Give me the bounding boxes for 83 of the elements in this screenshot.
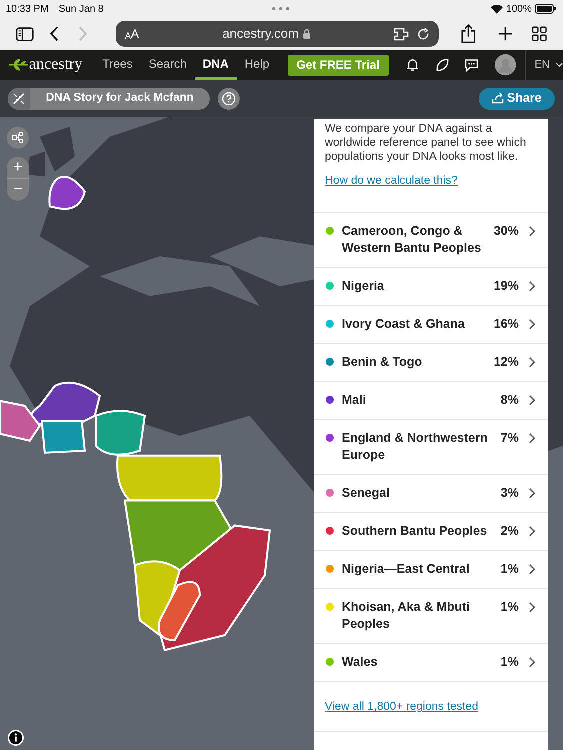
chevron-right-icon — [529, 395, 536, 406]
text-size-button[interactable]: AA — [125, 25, 140, 43]
bell-icon[interactable] — [406, 58, 418, 72]
ethnicity-row[interactable]: Benin & Togo 12% — [314, 343, 548, 382]
share-arrow-icon — [492, 93, 504, 104]
leaf-bubble-icon[interactable] — [436, 58, 449, 72]
ethnicity-row[interactable]: Nigeria 19% — [314, 267, 548, 306]
battery-percent: 100% — [506, 2, 532, 16]
region-name: Ivory Coast & Ghana — [342, 316, 466, 334]
extension-icon[interactable] — [394, 28, 410, 40]
ethnicity-row[interactable]: Nigeria—East Central 1% — [314, 550, 548, 588]
zoom-out-button[interactable]: − — [7, 179, 29, 201]
battery-icon — [535, 4, 557, 14]
ethnicity-row[interactable]: Khoisan, Aka & Mbuti Peoples 1% — [314, 588, 548, 644]
share-icon[interactable] — [461, 24, 477, 44]
region-percent: 1% — [500, 561, 519, 578]
status-time: 10:33 PM — [6, 2, 49, 16]
region-percent: 2% — [500, 523, 519, 540]
region-percent: 3% — [500, 485, 519, 502]
ethnicity-row[interactable]: Ivory Coast & Ghana 16% — [314, 305, 548, 344]
chevron-right-icon — [529, 319, 536, 330]
more-dots-icon — [272, 7, 290, 11]
region-name: Cameroon, Congo & Western Bantu Peoples — [342, 223, 482, 258]
chevron-right-icon — [529, 281, 536, 292]
region-percent: 1% — [500, 599, 519, 616]
reload-icon[interactable] — [417, 28, 430, 40]
ethnicity-row[interactable]: Senegal 3% — [314, 474, 548, 512]
chevron-right-icon — [529, 602, 536, 614]
back-icon[interactable] — [50, 26, 60, 42]
chevron-right-icon — [529, 357, 536, 368]
language-selector[interactable]: EN — [534, 56, 550, 74]
intro-text: We compare your DNA against a worldwide reference panel to see which populations your DNA looks most like. — [324, 122, 528, 164]
chevron-right-icon — [529, 226, 536, 238]
nav-link[interactable]: Help — [236, 50, 278, 80]
region-percent: 8% — [500, 392, 519, 410]
nav-link[interactable]: Trees — [94, 50, 141, 80]
logo-text[interactable]: ancestry — [29, 53, 83, 77]
ethnicity-row[interactable]: Southern Bantu Peoples 2% — [314, 512, 548, 550]
region-percent: 12% — [494, 354, 519, 372]
region-name: Southern Bantu Peoples — [342, 523, 488, 540]
wifi-icon — [491, 4, 504, 14]
ethnicity-row[interactable]: Cameroon, Congo & Western Bantu Peoples 30% — [314, 212, 548, 268]
region-name: Mali — [342, 392, 368, 410]
region-name: Nigeria — [342, 278, 386, 296]
info-icon[interactable] — [8, 730, 24, 746]
new-tab-icon[interactable] — [498, 26, 513, 42]
zoom-in-button[interactable]: + — [7, 157, 29, 179]
region-percent: 7% — [500, 430, 519, 448]
leaf-logo-icon — [9, 58, 28, 72]
chevron-right-icon — [529, 433, 536, 444]
message-icon[interactable] — [465, 58, 478, 72]
help-icon[interactable] — [218, 88, 240, 110]
region-name: England & Northwestern Europe — [342, 430, 488, 464]
chevron-right-icon — [529, 657, 536, 668]
region-percent: 19% — [494, 278, 519, 296]
sidebar-icon[interactable] — [16, 26, 34, 42]
story-title-button[interactable]: DNA Story for Jack Mcfann — [8, 88, 210, 110]
region-name: Nigeria—East Central — [342, 561, 471, 578]
tabs-grid-icon[interactable] — [532, 26, 548, 42]
share-button[interactable]: Share — [479, 88, 555, 110]
region-name: Benin & Togo — [342, 354, 424, 372]
avatar-icon[interactable] — [494, 54, 516, 76]
chevron-right-icon — [529, 488, 536, 500]
ethnicity-row[interactable]: Wales 1% — [314, 643, 548, 682]
nav-link[interactable]: Search — [140, 50, 195, 80]
lock-icon — [302, 29, 311, 39]
chevron-right-icon — [529, 526, 536, 538]
calculation-link[interactable]: How do we calculate this? — [314, 173, 548, 190]
region-percent: 1% — [500, 654, 519, 672]
caret-icon — [556, 63, 563, 67]
status-date: Sun Jan 8 — [58, 2, 104, 16]
region-name: Wales — [342, 654, 379, 672]
address-text: ancestry.com — [222, 25, 299, 44]
region-name: Khoisan, Aka & Mbuti Peoples — [342, 599, 472, 634]
region-name: Senegal — [342, 485, 391, 502]
view-all-link[interactable]: View all 1,800+ regions tested — [325, 701, 479, 714]
ethnicity-row[interactable]: Mali 8% — [314, 381, 548, 420]
chevron-right-icon — [529, 564, 536, 576]
region-percent: 16% — [494, 316, 519, 334]
region-percent: 30% — [494, 223, 519, 240]
address-bar[interactable]: AA ancestry.com — [116, 21, 440, 47]
ethnicity-row[interactable]: England & Northwestern Europe 7% — [314, 419, 548, 474]
tree-view-icon[interactable] — [7, 127, 29, 149]
